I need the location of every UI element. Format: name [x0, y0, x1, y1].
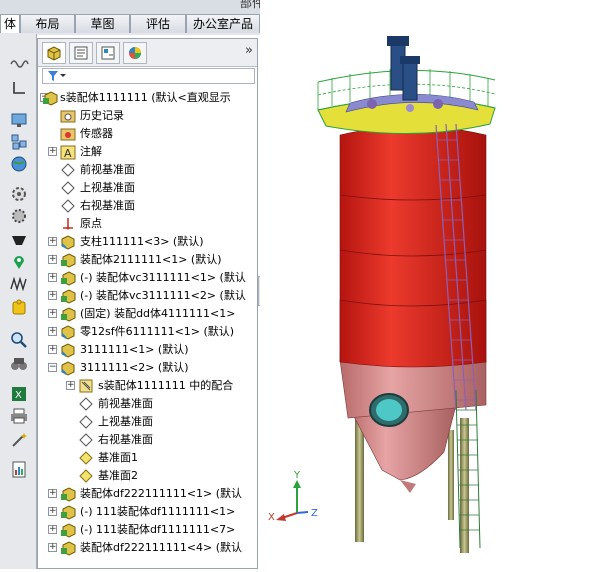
assembly-icon: [43, 91, 58, 106]
expand-panel-icon[interactable]: »: [245, 43, 253, 58]
expand-toggle[interactable]: +: [48, 291, 57, 300]
expand-toggle[interactable]: +: [48, 507, 57, 516]
part-icon: [61, 343, 75, 358]
plane-icon: [79, 433, 93, 447]
angle-icon[interactable]: [9, 78, 29, 98]
subassembly-icon: [61, 289, 76, 304]
expand-toggle[interactable]: +: [48, 543, 57, 552]
tree-filter-box[interactable]: [42, 68, 255, 84]
triad-x-label: X: [268, 512, 275, 523]
sensor-folder-icon: [60, 128, 76, 141]
support-leg: [448, 430, 454, 520]
excel-icon[interactable]: X: [9, 384, 29, 404]
graphics-area[interactable]: Y X Z: [260, 0, 602, 569]
part-icon: [61, 325, 75, 340]
subassembly-icon: [61, 523, 76, 538]
printer-icon[interactable]: [9, 406, 29, 426]
coil-icon[interactable]: [9, 54, 29, 74]
settings-gear-icon[interactable]: [9, 206, 29, 226]
expand-toggle[interactable]: +: [48, 309, 57, 318]
plane-icon: [61, 163, 75, 177]
property-manager-tab[interactable]: [69, 42, 93, 64]
support-leg: [460, 418, 469, 553]
origin-icon: [63, 218, 73, 230]
expand-toggle[interactable]: +: [48, 327, 57, 336]
mates-icon: [79, 379, 93, 393]
subassembly-icon: [61, 307, 76, 322]
subassembly-icon: [61, 487, 76, 502]
report-icon[interactable]: [9, 460, 29, 480]
expand-toggle[interactable]: +: [48, 489, 57, 498]
annotation-icon: A: [60, 145, 76, 160]
monitor-icon[interactable]: [9, 110, 29, 130]
subassembly-icon: [61, 541, 76, 556]
map-pin-icon[interactable]: [9, 252, 29, 272]
tab-evaluate[interactable]: 评估: [130, 14, 186, 33]
feature-tree: − s装配体1111111 (默认<直观显示 历史记录 传感器 + A 注解 前…: [38, 89, 257, 569]
expand-toggle[interactable]: +: [48, 273, 57, 282]
dust-collector-model[interactable]: Y X Z: [260, 0, 602, 569]
expand-toggle[interactable]: +: [48, 525, 57, 534]
tab-layout[interactable]: 布局: [20, 14, 75, 33]
side-toolbar: X: [0, 34, 37, 569]
binoculars-icon[interactable]: [9, 354, 29, 374]
gear-icon[interactable]: [9, 184, 29, 204]
svg-text:A: A: [64, 147, 72, 160]
expand-toggle[interactable]: +: [66, 381, 75, 390]
plane-icon: [61, 199, 75, 213]
history-folder-icon: [60, 110, 76, 123]
configuration-manager-tab[interactable]: [96, 42, 120, 64]
expand-toggle[interactable]: +: [48, 237, 57, 246]
components-icon[interactable]: [9, 132, 29, 152]
view-triad-icon: Y X Z: [268, 470, 318, 523]
wand-icon[interactable]: [9, 430, 29, 450]
expand-toggle[interactable]: +: [48, 147, 57, 156]
triad-y-label: Y: [293, 470, 301, 481]
plane-icon: [79, 397, 93, 411]
collapse-toggle[interactable]: −: [48, 363, 57, 372]
magnifier-icon[interactable]: [9, 330, 29, 350]
feature-tree-tab[interactable]: [42, 42, 66, 64]
part-icon: [61, 235, 75, 250]
svg-text:X: X: [15, 390, 22, 401]
filter-icon[interactable]: [47, 69, 67, 86]
tab-assembly[interactable]: 体: [0, 14, 20, 33]
display-manager-tab[interactable]: [123, 42, 147, 64]
spring-icon[interactable]: [9, 274, 29, 294]
plane-icon: [79, 415, 93, 429]
triad-z-label: Z: [311, 508, 318, 519]
feature-manager-panel: » − s装配体1111111 (默认<直观显示 历史记录 传感器 + A 注解…: [37, 38, 258, 569]
tab-office-products[interactable]: 办公室产品: [186, 14, 260, 33]
part-icon: [61, 361, 75, 376]
tab-sketch[interactable]: 草图: [75, 14, 130, 33]
plane-icon: [61, 181, 75, 195]
expand-toggle[interactable]: +: [48, 255, 57, 264]
subassembly-icon: [61, 253, 76, 268]
expand-toggle[interactable]: +: [48, 345, 57, 354]
subassembly-icon: [61, 505, 76, 520]
globe-icon[interactable]: [9, 154, 29, 174]
bowl-icon[interactable]: [9, 230, 29, 250]
feature-manager-tabs: »: [38, 39, 257, 67]
subassembly-icon: [61, 271, 76, 286]
plane-highlight-icon: [79, 469, 93, 483]
puzzle-icon[interactable]: [9, 298, 29, 318]
plane-highlight-icon: [79, 451, 93, 465]
